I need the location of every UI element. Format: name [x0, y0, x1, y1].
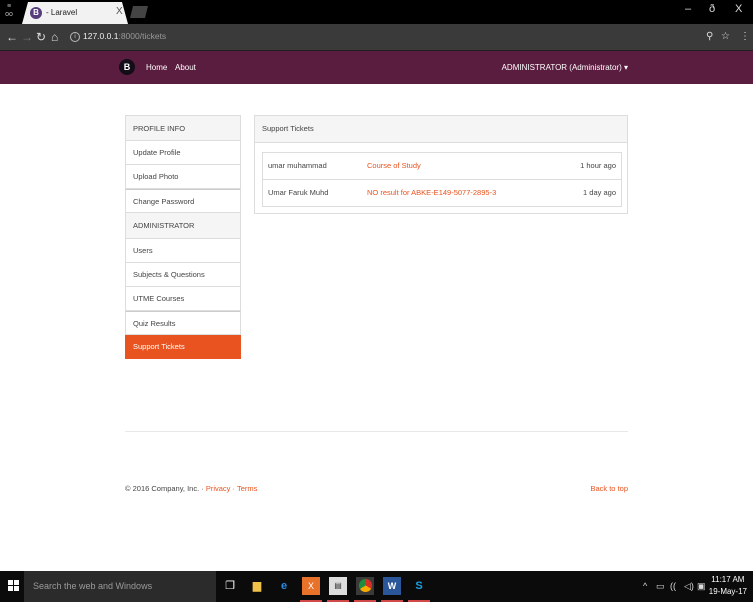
ticket-row[interactable]: umar muhammad Course of Study 1 hour ago [263, 153, 621, 179]
notepad-icon[interactable]: ▤ [329, 577, 347, 595]
taskbar-search-box[interactable]: Search the web and Windows [24, 571, 216, 602]
new-tab-button[interactable] [130, 6, 148, 18]
clock-date: 19-May-17 [708, 587, 747, 596]
user-menu-dropdown[interactable]: ADMINISTRATOR (Administrator) ▾ [502, 63, 628, 72]
tab-favicon: B [30, 7, 42, 19]
ticket-row[interactable]: Umar Faruk Muhd NO result for ABKE-E149-… [263, 179, 621, 206]
word-icon[interactable]: W [383, 577, 401, 595]
brand-logo[interactable]: B [119, 59, 135, 75]
wifi-icon[interactable]: (( [670, 581, 676, 591]
terms-link[interactable]: Terms [237, 484, 257, 493]
windows-taskbar: Search the web and Windows ❐ ▆ e X ▤ W S… [0, 571, 753, 602]
sidebar-header-administrator: ADMINISTRATOR [125, 213, 241, 239]
browser-tab[interactable]: B - Laravel X [22, 2, 128, 24]
footer-divider [125, 431, 628, 432]
volume-icon[interactable]: ◁) [684, 581, 694, 592]
chrome-icon[interactable] [356, 577, 374, 595]
site-navbar: B Home About ADMINISTRATOR (Administrato… [0, 51, 753, 84]
file-explorer-icon[interactable]: ▆ [248, 577, 266, 595]
nav-home-link[interactable]: Home [146, 63, 167, 72]
ticket-time: 1 day ago [583, 188, 616, 197]
chevron-down-icon: ▾ [623, 63, 628, 72]
browser-menu-icon[interactable]: ≡ oo [3, 3, 15, 19]
taskbar-search-placeholder: Search the web and Windows [33, 581, 153, 591]
edge-browser-icon[interactable]: e [275, 577, 293, 595]
xampp-icon[interactable]: X [302, 577, 320, 595]
ticket-user: umar muhammad [268, 161, 327, 170]
ticket-list: umar muhammad Course of Study 1 hour ago… [262, 152, 622, 207]
copyright-text: © 2016 Company, Inc. · [125, 484, 206, 493]
sidebar-item-subjects-questions[interactable]: Subjects & Questions [125, 263, 241, 287]
home-icon[interactable]: ⌂ [51, 30, 58, 44]
sidebar-item-support-tickets[interactable]: Support Tickets [125, 335, 241, 359]
sidebar-item-quiz-results[interactable]: Quiz Results [125, 311, 241, 335]
windows-start-icon[interactable] [8, 580, 20, 592]
star-icon[interactable]: ☆ [721, 30, 730, 44]
sidebar-item-utme-courses[interactable]: UTME Courses [125, 287, 241, 311]
task-view-icon[interactable]: ❐ [221, 577, 239, 595]
reload-icon[interactable]: ↻ [36, 30, 46, 44]
ticket-subject-link[interactable]: Course of Study [367, 153, 421, 179]
kebab-menu-icon[interactable]: ⋮ [740, 30, 750, 44]
network-icon[interactable]: ▭ [656, 581, 665, 592]
ticket-user: Umar Faruk Muhd [268, 188, 329, 197]
panel-title: Support Tickets [255, 116, 627, 143]
show-hidden-icons-icon[interactable]: ^ [643, 581, 647, 591]
back-arrow-icon[interactable]: ← [6, 30, 18, 44]
address-bar-row: ← → ↻ ⌂ i 127.0.0.1:8000/tickets ⚲ ☆ ⋮ [0, 24, 753, 51]
ticket-time: 1 hour ago [580, 161, 616, 170]
nav-about-link[interactable]: About [175, 63, 196, 72]
minimize-button[interactable]: – [685, 3, 691, 15]
forward-arrow-icon[interactable]: → [21, 30, 33, 44]
privacy-link[interactable]: Privacy [206, 484, 231, 493]
url-field[interactable]: i 127.0.0.1:8000/tickets [70, 31, 166, 42]
close-window-button[interactable]: X [735, 3, 742, 15]
user-menu-label: ADMINISTRATOR (Administrator) [501, 63, 622, 72]
sidebar-item-users[interactable]: Users [125, 239, 241, 263]
zoom-icon[interactable]: ⚲ [706, 30, 713, 44]
info-icon[interactable]: i [70, 31, 80, 42]
sidebar-item-upload-photo[interactable]: Upload Photo [125, 165, 241, 189]
notifications-icon[interactable]: ▣ [697, 581, 706, 592]
browser-tab-strip: ≡ oo B - Laravel X – ð X [0, 0, 753, 24]
support-tickets-panel: Support Tickets umar muhammad Course of … [254, 115, 628, 214]
sidebar-item-update-profile[interactable]: Update Profile [125, 141, 241, 165]
tab-close-icon[interactable]: X [116, 6, 123, 17]
url-host: 127.0.0.1 [83, 31, 119, 41]
skype-icon[interactable]: S [410, 577, 428, 595]
ticket-subject-link[interactable]: NO result for ABKE-E149-5077-2895-3 [367, 180, 496, 206]
footer-copyright: © 2016 Company, Inc. · Privacy · Terms [125, 484, 257, 493]
taskbar-clock[interactable]: 11:17 AM 19-May-17 [709, 574, 747, 598]
restore-button[interactable]: ð [709, 3, 715, 15]
url-path: :8000/tickets [118, 31, 167, 41]
tab-title: - Laravel [46, 8, 78, 17]
back-to-top-link[interactable]: Back to top [590, 484, 628, 493]
sidebar: PROFILE INFO Update Profile Upload Photo… [125, 115, 241, 359]
sidebar-item-change-password[interactable]: Change Password [125, 189, 241, 213]
sidebar-header-profile: PROFILE INFO [125, 115, 241, 141]
clock-time: 11:17 AM [711, 575, 745, 584]
